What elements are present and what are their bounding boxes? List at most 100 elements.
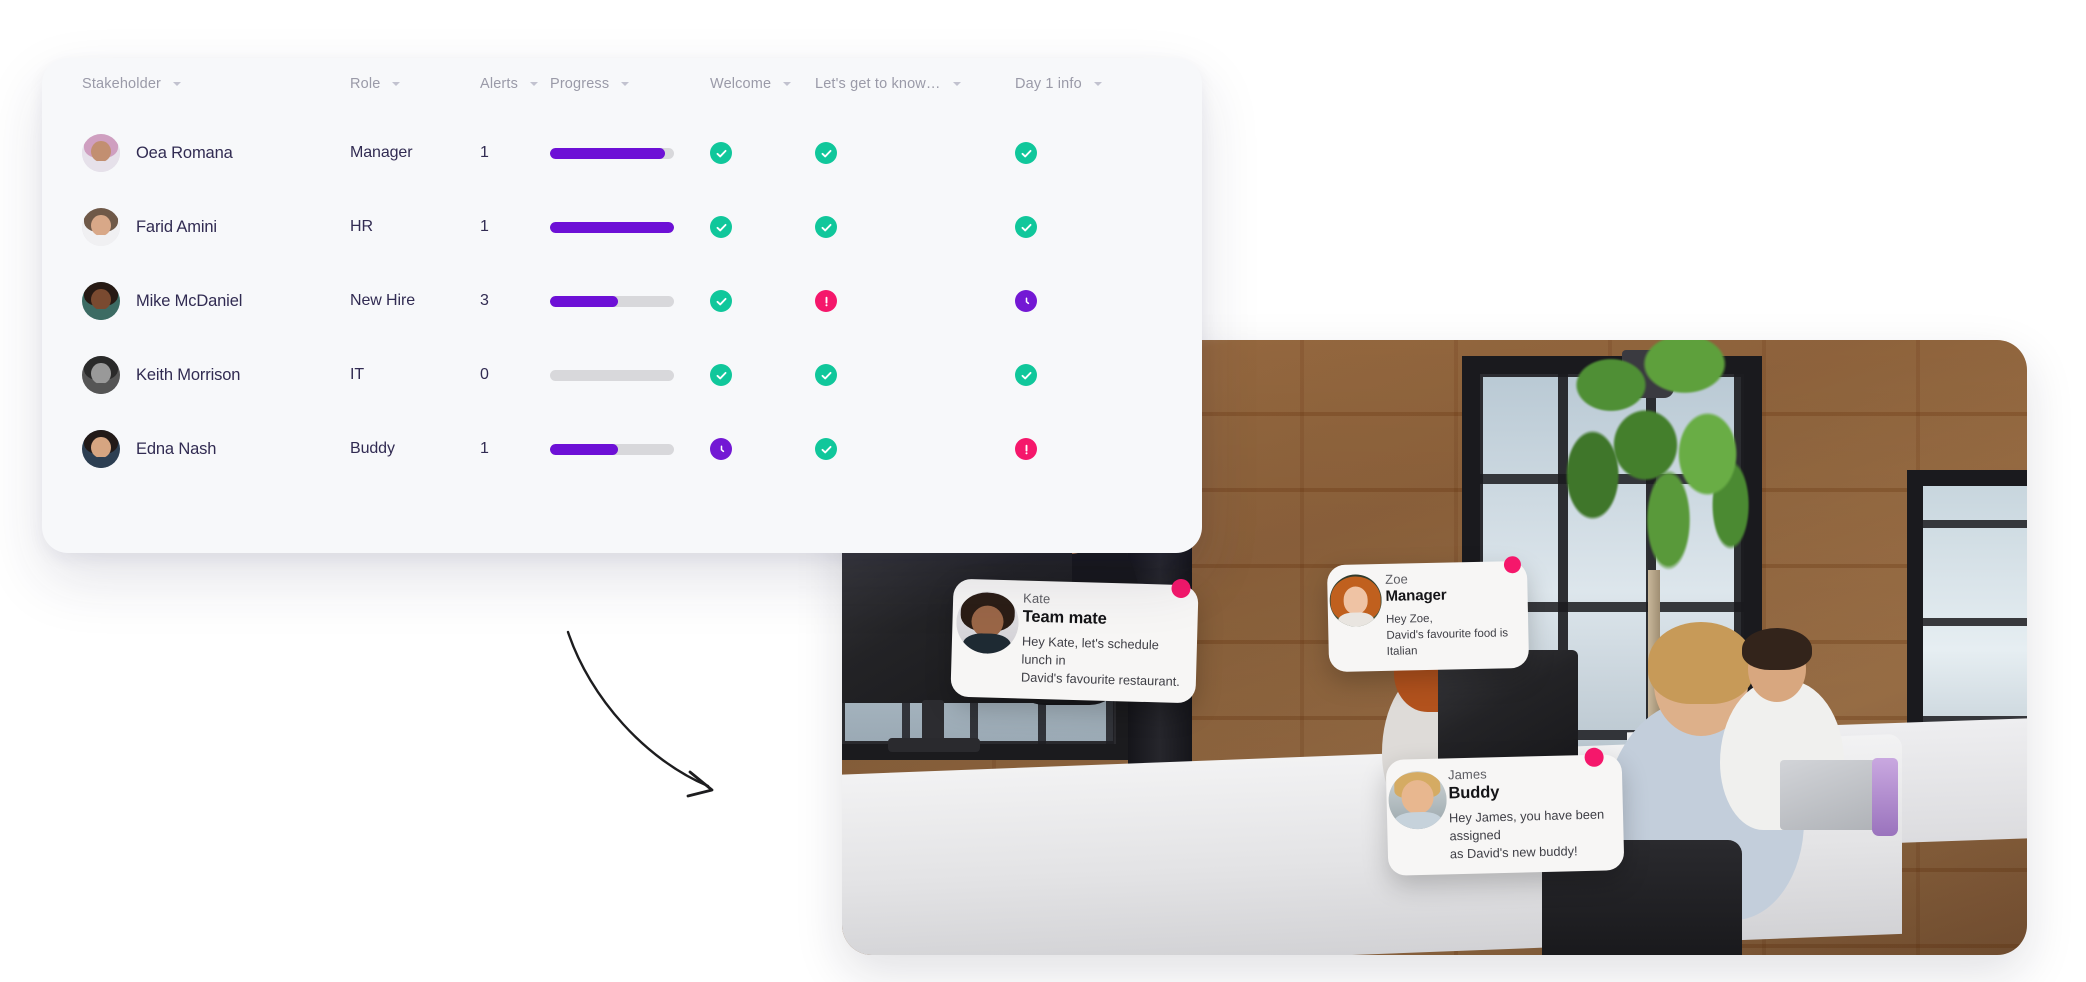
check-circle-icon[interactable] (815, 216, 837, 238)
progress-bar (550, 147, 674, 159)
table-row[interactable]: Farid Amini HR 1 (42, 190, 1202, 264)
column-header-stakeholder[interactable]: Stakeholder (82, 76, 350, 92)
cell-progress (550, 295, 710, 307)
cell-role: New Hire (350, 292, 480, 310)
chat-card-message: Hey James, you have been assigned as Dav… (1448, 806, 1605, 862)
chevron-down-icon[interactable] (1093, 82, 1102, 86)
stakeholder-name: Edna Nash (136, 439, 217, 458)
role-label: IT (350, 366, 365, 383)
column-header-role[interactable]: Role (350, 76, 480, 92)
progress-fill (550, 147, 666, 159)
role-label: Buddy (350, 440, 395, 457)
cell-know[interactable] (815, 364, 1015, 386)
clock-circle-icon[interactable] (710, 438, 732, 460)
column-label: Role (350, 76, 381, 92)
cell-stakeholder[interactable]: Oea Romana (82, 134, 350, 172)
progress-fill (550, 221, 674, 233)
alerts-count: 1 (480, 144, 489, 161)
column-header-day1[interactable]: Day 1 info (1015, 76, 1135, 92)
column-header-progress[interactable]: Progress (550, 76, 710, 92)
alert-circle-icon[interactable] (815, 290, 837, 312)
cell-welcome[interactable] (710, 216, 815, 238)
cell-day1[interactable] (1015, 216, 1135, 238)
cell-welcome[interactable] (710, 364, 815, 386)
progress-fill (550, 295, 619, 307)
cell-welcome[interactable] (710, 290, 815, 312)
column-header-know[interactable]: Let's get to know… (815, 76, 1015, 92)
cell-day1[interactable] (1015, 290, 1135, 312)
column-label: Day 1 info (1015, 76, 1082, 92)
check-circle-icon[interactable] (1015, 216, 1037, 238)
hanging-plant (1542, 340, 1772, 610)
table-row[interactable]: Keith Morrison IT 0 (42, 338, 1202, 412)
chat-card-zoe[interactable]: Zoe Manager Hey Zoe, David's favourite f… (1326, 556, 1530, 672)
table-row[interactable]: Mike McDaniel New Hire 3 (42, 264, 1202, 338)
cell-stakeholder[interactable]: Mike McDaniel (82, 282, 350, 320)
chevron-down-icon[interactable] (173, 82, 182, 86)
cell-role: Buddy (350, 440, 480, 458)
avatar (82, 430, 120, 468)
table-row[interactable]: Oea Romana Manager 1 (42, 116, 1202, 190)
cell-role: Manager (350, 144, 480, 162)
column-label: Alerts (480, 76, 518, 92)
check-circle-icon[interactable] (710, 290, 732, 312)
cell-progress (550, 369, 710, 381)
avatar (955, 590, 1020, 655)
cell-welcome[interactable] (710, 142, 815, 164)
cell-day1[interactable] (1015, 364, 1135, 386)
cell-day1[interactable] (1015, 142, 1135, 164)
person-blond-hair (1648, 622, 1754, 704)
role-label: Manager (350, 144, 413, 161)
progress-bar (550, 221, 674, 233)
cell-alerts: 1 (480, 144, 550, 162)
role-label: New Hire (350, 292, 415, 309)
table-row[interactable]: Edna Nash Buddy 1 (42, 412, 1202, 486)
chat-card-kate[interactable]: Kate Team mate Hey Kate, let's schedule … (950, 578, 1199, 704)
check-circle-icon[interactable] (1015, 364, 1037, 386)
chat-card-message: Hey Kate, let's schedule lunch in David'… (1020, 633, 1181, 689)
cell-alerts: 1 (480, 218, 550, 236)
role-label: HR (350, 218, 373, 235)
curved-arrow-annotation (566, 630, 714, 798)
chevron-down-icon[interactable] (392, 82, 401, 86)
column-label: Stakeholder (82, 76, 162, 92)
alerts-count: 0 (480, 366, 489, 383)
water-bottle (1872, 758, 1898, 836)
cell-know[interactable] (815, 290, 1015, 312)
column-header-alerts[interactable]: Alerts (480, 76, 550, 92)
check-circle-icon[interactable] (815, 142, 837, 164)
alerts-count: 1 (480, 440, 489, 457)
check-circle-icon[interactable] (710, 142, 732, 164)
progress-fill (550, 443, 619, 455)
cell-stakeholder[interactable]: Keith Morrison (82, 356, 350, 394)
check-circle-icon[interactable] (815, 438, 837, 460)
cell-role: HR (350, 218, 480, 236)
avatar (82, 208, 120, 246)
chat-card-james[interactable]: James Buddy Hey James, you have been ass… (1385, 747, 1625, 876)
stakeholder-name: Farid Amini (136, 217, 217, 236)
chevron-down-icon[interactable] (529, 82, 538, 86)
cell-know[interactable] (815, 142, 1015, 164)
column-header-welcome[interactable]: Welcome (710, 76, 815, 92)
check-circle-icon[interactable] (710, 216, 732, 238)
chevron-down-icon[interactable] (952, 82, 961, 86)
column-label: Let's get to know… (815, 76, 941, 92)
cell-progress (550, 147, 710, 159)
check-circle-icon[interactable] (815, 364, 837, 386)
avatar (82, 356, 120, 394)
clock-circle-icon[interactable] (1015, 290, 1037, 312)
alerts-count: 1 (480, 218, 489, 235)
cell-stakeholder[interactable]: Edna Nash (82, 430, 350, 468)
cell-know[interactable] (815, 216, 1015, 238)
chevron-down-icon[interactable] (783, 82, 792, 86)
check-circle-icon[interactable] (1015, 142, 1037, 164)
cell-stakeholder[interactable]: Farid Amini (82, 208, 350, 246)
alert-circle-icon[interactable] (1015, 438, 1037, 460)
chevron-down-icon[interactable] (621, 82, 630, 86)
cell-welcome[interactable] (710, 438, 815, 460)
cell-progress (550, 221, 710, 233)
stakeholder-name: Oea Romana (136, 143, 233, 162)
check-circle-icon[interactable] (710, 364, 732, 386)
cell-know[interactable] (815, 438, 1015, 460)
cell-day1[interactable] (1015, 438, 1135, 460)
